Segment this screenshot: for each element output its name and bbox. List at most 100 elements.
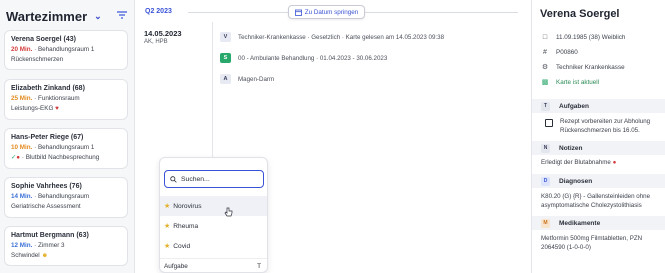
dropdown-item-norovirus[interactable]: ★ Norovirus <box>160 196 267 216</box>
patient-room: Zimmer 3 <box>37 242 65 249</box>
waiting-room-title: Wartezimmer <box>6 8 88 24</box>
entry-text: 00 - Ambulante Behandlung · 01.04.2023 -… <box>238 54 388 62</box>
dropdown-item-label: Covid <box>173 242 191 250</box>
shortcut-key: T <box>257 262 261 270</box>
wait-time: 20 Min. <box>11 46 33 53</box>
jump-to-date-label: Zu Datum springen <box>304 8 359 16</box>
patient-wait-row: 25 Min. · Funktionsraum <box>11 95 80 102</box>
dropdown-item-label: Rheuma <box>173 222 199 230</box>
patient-name: Hans-Peter Riege (67) <box>11 134 84 141</box>
task-text: Rezept vorbereiten zur Abholung Rückensc… <box>560 118 651 134</box>
patient-card[interactable]: Hartmut Bergmann (63) 12 Min. · Zimmer 3… <box>4 226 128 266</box>
patient-note-row: Schwindel ☻ <box>11 251 121 261</box>
patient-card[interactable]: Elizabeth Zinkand (68) 25 Min. · Funktio… <box>4 79 128 120</box>
heart-icon: ♥ <box>55 105 59 112</box>
timeline-entry[interactable]: A Magen-Darm <box>220 73 274 85</box>
patient-name: Verena Soergel (43) <box>11 36 76 43</box>
timeline-entry[interactable]: V Techniker-Krankenkasse · Gesetzlich · … <box>220 31 444 43</box>
patient-name: Hartmut Bergmann (63) <box>11 232 89 239</box>
section-badge: D <box>541 176 550 186</box>
star-icon: ★ <box>164 243 171 250</box>
gear-icon: ⚙ <box>541 64 549 71</box>
hash-icon: # <box>543 48 547 56</box>
insurance-row: ⚙ Techniker Krankenkasse <box>540 62 625 72</box>
card-icon: ▩ <box>541 79 549 86</box>
star-icon: ★ <box>164 203 171 210</box>
birth-info: 11.09.1985 (38) Weiblich <box>556 33 626 41</box>
waiting-room-panel: Wartezimmer ⌄ Verena Soergel (43) 20 Min… <box>0 0 135 273</box>
patient-name: Elizabeth Zinkand (68) <box>11 85 85 92</box>
search-placeholder: Suchen... <box>181 175 210 183</box>
entry-text: Magen-Darm <box>238 75 275 83</box>
notes-row: Erledigt der Blutabnahme ● <box>541 158 665 167</box>
patient-room: Funktionsraum <box>37 95 80 102</box>
patient-detail-name: Verena Soergel <box>540 8 620 20</box>
diagnoses-text: K80.20 (G) {R} - Gallensteinleiden ohne … <box>541 193 651 209</box>
patient-note: Schwindel <box>11 252 40 259</box>
timeline-entry[interactable]: S 00 - Ambulante Behandlung · 01.04.2023… <box>220 52 387 64</box>
entry-date: 14.05.2023 <box>144 29 182 38</box>
patient-note: Blutbild Nachbesprechung <box>25 154 100 161</box>
section-label: Notizen <box>559 144 583 152</box>
wait-time: 12 Min. <box>11 242 33 249</box>
patient-note: Leistungs-EKG <box>11 105 54 112</box>
app-window: Wartezimmer ⌄ Verena Soergel (43) 20 Min… <box>0 0 665 273</box>
patient-note-row: ✓● · Blutbild Nachbesprechung <box>11 154 100 161</box>
insurance-name: Techniker Krankenkasse <box>556 63 625 71</box>
dropdown-footer-task[interactable]: Aufgabe T <box>160 258 267 273</box>
chevron-down-icon[interactable]: ⌄ <box>94 11 102 22</box>
patient-note: Rückenschmerzen <box>11 56 64 63</box>
patient-room: Behandlungsraum <box>37 193 90 200</box>
dropdown-footer-label: Aufgabe <box>164 262 188 270</box>
star-icon: ★ <box>164 223 171 230</box>
tag-dropdown: Suchen... ★ Norovirus ★ Rheuma ★ Covid A… <box>159 157 268 273</box>
dropdown-item-label: Norovirus <box>173 202 202 210</box>
section-badge: M <box>541 218 550 228</box>
dropdown-item-covid[interactable]: ★ Covid <box>160 236 267 256</box>
hand-cursor-icon <box>224 207 233 217</box>
notes-text: Erledigt der Blutabnahme <box>541 159 611 166</box>
patient-room: Behandlungsraum 1 <box>37 46 95 53</box>
entry-badge: A <box>220 74 231 84</box>
calendar-icon: □ <box>542 33 548 41</box>
dizzy-emoji-icon: ☻ <box>41 252 49 259</box>
patient-card[interactable]: Hans-Peter Riege (67) 10 Min. · Behandlu… <box>4 128 128 169</box>
patient-note: Geriatrische Assessment <box>11 203 81 210</box>
dropdown-item-rheuma[interactable]: ★ Rheuma <box>160 216 267 236</box>
calendar-icon <box>294 9 302 16</box>
card-status-row: ▩ Karte ist aktuell <box>540 77 599 87</box>
dropdown-search-input[interactable]: Suchen... <box>164 170 264 188</box>
patient-id: P00860 <box>556 48 578 56</box>
section-diagnoses[interactable]: D Diagnosen <box>532 174 665 188</box>
filter-icon[interactable] <box>116 9 128 21</box>
patient-wait-row: 20 Min. · Behandlungsraum 1 <box>11 46 95 53</box>
id-row: # P00860 <box>540 47 578 57</box>
section-label: Diagnosen <box>559 177 593 185</box>
section-tasks[interactable]: T Aufgaben <box>532 99 665 113</box>
search-icon <box>170 175 177 183</box>
entry-badge: V <box>220 32 231 42</box>
patient-wait-row: 14 Min. · Behandlungsraum <box>11 193 90 200</box>
jump-to-date-button[interactable]: Zu Datum springen <box>288 5 365 19</box>
blood-drop-icon: ● <box>16 154 21 161</box>
patient-timeline: Q2 2023 Zu Datum springen 14.05.2023 AK,… <box>136 0 530 273</box>
section-badge: T <box>541 101 550 111</box>
quarter-label: Q2 2023 <box>145 8 172 15</box>
patient-note-row: Leistungs-EKG ♥ <box>11 104 121 114</box>
section-notes[interactable]: N Notizen <box>532 141 665 155</box>
medications-text: Metformin 500mg Filmtabletten, PZN 20645… <box>541 235 643 251</box>
section-medications[interactable]: M Medikamente <box>532 216 665 230</box>
card-status: Karte ist aktuell <box>556 78 600 86</box>
patient-card[interactable]: Verena Soergel (43) 20 Min. · Behandlung… <box>4 30 128 70</box>
patient-card[interactable]: Sophie Vahrhees (76) 14 Min. · Behandlun… <box>4 177 128 218</box>
wait-time: 14 Min. <box>11 193 33 200</box>
wait-time: 25 Min. <box>11 95 33 102</box>
entry-badge: S <box>220 53 231 63</box>
task-checkbox[interactable] <box>545 119 553 127</box>
birth-row: □ 11.09.1985 (38) Weiblich <box>540 32 626 42</box>
patient-wait-row: 10 Min. · Behandlungsraum 1 <box>11 144 95 151</box>
section-label: Medikamente <box>559 219 601 227</box>
wait-time: 10 Min. <box>11 144 33 151</box>
waiting-room-header: Wartezimmer ⌄ <box>6 8 130 24</box>
section-label: Aufgaben <box>559 102 589 110</box>
